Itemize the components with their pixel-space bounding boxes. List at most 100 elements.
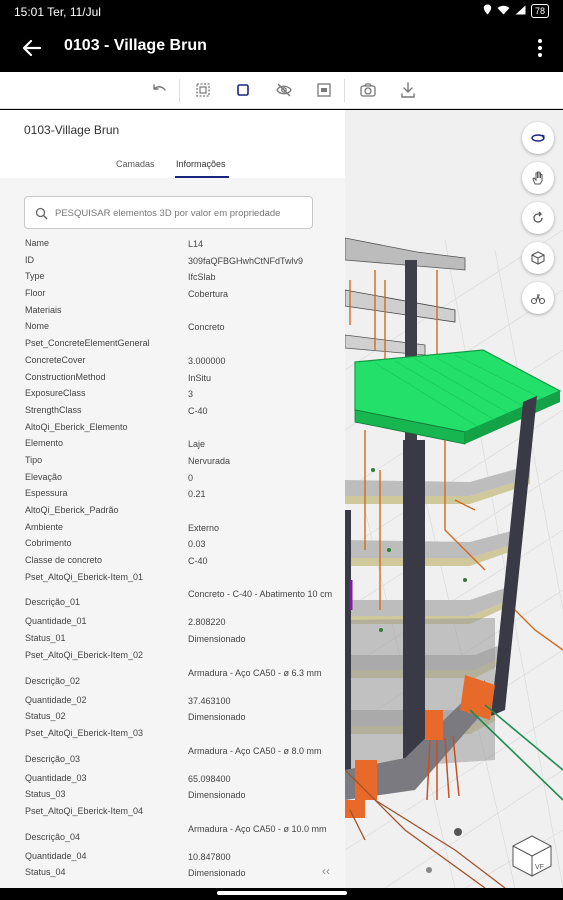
tab-camadas[interactable]: Camadas (116, 159, 155, 169)
property-value: 65.098400 (188, 773, 231, 784)
property-value: Concreto (188, 322, 225, 333)
property-row: Floor Cobertura (0, 288, 345, 305)
property-row: Materiais (0, 305, 345, 322)
property-row: Nome Concreto (0, 321, 345, 338)
property-key: Name (25, 238, 50, 248)
properties-list: Name L14 ID 309faQFBGHwhCtNFdTwlv9 Type IfcSl… (0, 238, 345, 884)
property-value: Armadura - Aço CA50 - ø 6.3 mm (188, 667, 322, 678)
viewer-toolbar (0, 72, 563, 109)
property-row: ExposureClass 3 (0, 388, 345, 405)
property-key: Elemento (25, 438, 64, 449)
property-row: Elevação 0 (0, 472, 345, 489)
collapse-panel-icon[interactable]: ‹‹ (322, 864, 330, 878)
property-value: 0 (188, 472, 194, 483)
property-row: Status_02 Dimensionado (0, 711, 345, 728)
property-value: IfcSlab (188, 272, 216, 283)
property-key: ConstructionMethod (25, 371, 106, 382)
property-value: Dimensionado (188, 634, 246, 645)
page-title: 0103 - Village Brun (64, 37, 207, 54)
undo-icon[interactable] (149, 80, 169, 100)
select-element-icon[interactable] (233, 80, 253, 100)
property-key: AltoQi_Eberick_Elemento (25, 421, 128, 432)
property-row: Descrição_01 Concreto - C-40 - Abatimento… (0, 588, 345, 616)
property-key: Tipo (25, 454, 43, 465)
property-key: Pset_AltoQi_Eberick-Item_01 (25, 571, 144, 582)
property-value: 0.03 (188, 539, 206, 550)
property-value: 3 (188, 389, 194, 400)
property-row: Tipo Nervurada (0, 455, 345, 472)
back-arrow-icon[interactable] (18, 34, 46, 62)
property-row: Status_04 Dimensionado (0, 867, 345, 884)
property-value: 10.847800 (188, 851, 231, 862)
tab-informacoes[interactable]: Informações (176, 159, 226, 169)
property-row: Classe de concreto C-40 (0, 555, 345, 572)
signal-icon (515, 4, 526, 18)
property-row: Name L14 (0, 238, 345, 255)
property-key: Type (25, 271, 45, 282)
battery-icon: 78 (530, 4, 549, 18)
property-value: Armadura - Aço CA50 - ø 10.0 mm (188, 823, 327, 834)
search-input[interactable] (55, 204, 305, 222)
orbit-icon[interactable] (522, 122, 554, 154)
property-row: AltoQi_Eberick_Elemento (0, 422, 345, 439)
property-key: Pset_AltoQi_Eberick-Item_02 (25, 649, 144, 660)
property-row: AltoQi_Eberick_Padrão (0, 505, 345, 522)
select-area-icon[interactable] (193, 80, 213, 100)
property-row: ID 309faQFBGHwhCtNFdTwlv9 (0, 255, 345, 272)
wifi-icon (497, 4, 510, 18)
download-icon[interactable] (398, 80, 418, 100)
property-key: Espessura (25, 488, 68, 499)
property-row: Pset_ConcreteElementGeneral (0, 338, 345, 355)
camera-icon[interactable] (358, 80, 378, 100)
property-row: Pset_AltoQi_Eberick-Item_03 (0, 728, 345, 745)
property-row: Quantidade_01 2.808220 (0, 616, 345, 633)
property-row: Pset_AltoQi_Eberick-Item_02 (0, 650, 345, 667)
property-row: StrengthClass C-40 (0, 405, 345, 422)
property-row: Pset_AltoQi_Eberick-Item_01 (0, 572, 345, 589)
property-key: ConcreteCover (25, 354, 86, 365)
property-key: Descrição_01 (25, 597, 81, 608)
property-value: C-40 (188, 556, 208, 567)
property-key: Quantidade_04 (25, 850, 87, 861)
cube-view-icon[interactable] (522, 242, 554, 274)
more-vert-icon[interactable] (535, 36, 545, 60)
system-nav-bar (0, 888, 563, 900)
property-row: Status_03 Dimensionado (0, 789, 345, 806)
pan-hand-icon[interactable] (522, 162, 554, 194)
property-row: Quantidade_02 37.463100 (0, 695, 345, 712)
property-key: Cobrimento (25, 538, 72, 549)
property-value: 2.808220 (188, 617, 226, 628)
hide-icon[interactable] (274, 80, 294, 100)
property-row: Elemento Laje (0, 438, 345, 455)
property-key: AltoQi_Eberick_Padrão (25, 505, 119, 515)
search-icon (35, 207, 48, 220)
property-key: Elevação (25, 471, 63, 482)
rotate-icon[interactable] (522, 202, 554, 234)
walk-mode-icon[interactable] (522, 282, 554, 314)
section-box-icon[interactable] (314, 80, 334, 100)
property-key: Status_02 (25, 711, 66, 722)
status-icons: 78 (483, 4, 549, 18)
3d-viewer[interactable] (345, 110, 563, 888)
property-value: C-40 (188, 405, 208, 416)
property-key: Descrição_04 (25, 831, 81, 842)
property-key: Quantidade_03 (25, 772, 87, 783)
property-key: Quantidade_01 (25, 616, 87, 627)
property-row: Descrição_04 Armadura - Aço CA50 - ø 10.0… (0, 823, 345, 851)
project-name: 0103-Village Brun (24, 123, 120, 137)
property-key: ExposureClass (25, 388, 86, 399)
property-key: Ambiente (25, 521, 64, 532)
app-bar: 0103 - Village Brun (0, 24, 563, 72)
property-key: Status_03 (25, 789, 66, 800)
home-gesture-bar[interactable] (217, 891, 347, 895)
property-value: 309faQFBGHwhCtNFdTwlv9 (188, 255, 304, 266)
property-key: Descrição_02 (25, 675, 81, 686)
property-key: ID (25, 254, 34, 265)
location-icon (483, 4, 492, 18)
property-key: Materiais (25, 304, 62, 315)
property-value: Laje (188, 439, 206, 450)
view-cube[interactable]: VF (511, 834, 553, 878)
property-value: 37.463100 (188, 695, 231, 706)
property-value: Dimensionado (188, 712, 246, 723)
search-field[interactable] (24, 196, 313, 229)
